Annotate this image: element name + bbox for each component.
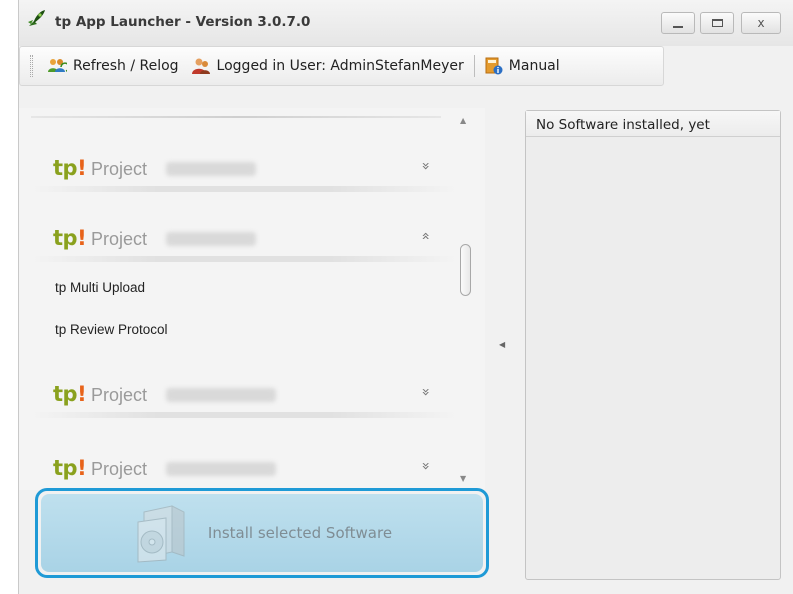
project-group-2[interactable]: tp! Project « bbox=[31, 208, 457, 262]
installed-software-header: No Software installed, yet bbox=[526, 111, 780, 137]
project-name-redacted bbox=[166, 232, 256, 246]
minimize-button[interactable] bbox=[661, 12, 695, 34]
project-label: Project bbox=[91, 159, 148, 179]
project-label: Project bbox=[91, 385, 148, 405]
project-group-3[interactable]: tp! Project » bbox=[31, 364, 457, 418]
manual-label: Manual bbox=[508, 58, 560, 74]
user-icon bbox=[191, 58, 210, 74]
chevron-down-icon[interactable]: » bbox=[417, 162, 433, 171]
scrollbar-thumb[interactable] bbox=[460, 244, 471, 296]
tp-logo: tp! bbox=[53, 382, 87, 406]
group-divider bbox=[31, 412, 457, 418]
install-button-label: Install selected Software bbox=[207, 524, 393, 542]
tp-logo: tp! bbox=[53, 456, 87, 480]
scroll-down-arrow[interactable]: ▼ bbox=[460, 474, 466, 483]
toolbar: Refresh / Relog Logged in User: AdminSte… bbox=[19, 46, 664, 86]
logged-in-user-label: Logged in User: AdminStefanMeyer bbox=[216, 58, 464, 74]
tp-logo: tp! bbox=[53, 226, 87, 250]
book-info-icon bbox=[485, 57, 503, 75]
project-name-redacted bbox=[166, 162, 256, 176]
users-refresh-icon bbox=[48, 59, 67, 72]
project-name-redacted bbox=[166, 462, 276, 476]
list-top-edge bbox=[31, 116, 441, 118]
install-button-focus-ring: Install selected Software bbox=[35, 488, 489, 578]
project-name-redacted bbox=[166, 388, 276, 402]
app-item-multi-upload[interactable]: tp Multi Upload bbox=[55, 280, 145, 295]
tp-logo: tp! bbox=[53, 156, 87, 180]
project-list-panel: tp! Project » tp! Project « tp Multi Upl… bbox=[19, 108, 485, 490]
group-divider bbox=[31, 256, 457, 262]
software-box-icon bbox=[137, 505, 185, 563]
minimize-icon bbox=[673, 25, 683, 28]
group-divider bbox=[31, 186, 457, 192]
title-bar[interactable]: tp App Launcher - Version 3.0.7.0 x bbox=[19, 0, 793, 46]
close-icon: x bbox=[757, 16, 765, 30]
maximize-button[interactable] bbox=[700, 12, 734, 34]
maximize-icon bbox=[711, 19, 723, 27]
project-group-1[interactable]: tp! Project » bbox=[31, 138, 457, 192]
logged-in-user[interactable]: Logged in User: AdminStefanMeyer bbox=[185, 52, 470, 80]
close-button[interactable]: x bbox=[741, 12, 781, 34]
collapse-arrow-icon[interactable]: ◀ bbox=[499, 340, 505, 349]
app-item-review-protocol[interactable]: tp Review Protocol bbox=[55, 322, 168, 337]
installed-software-panel: No Software installed, yet bbox=[525, 110, 781, 580]
toolbar-separator bbox=[473, 55, 475, 77]
chevron-down-icon[interactable]: » bbox=[417, 388, 433, 397]
refresh-relog-button[interactable]: Refresh / Relog bbox=[41, 52, 185, 80]
window-title: tp App Launcher - Version 3.0.7.0 bbox=[55, 14, 311, 30]
toolbar-grip[interactable] bbox=[30, 55, 33, 77]
project-group-4[interactable]: tp! Project » bbox=[31, 438, 457, 490]
project-label: Project bbox=[91, 459, 148, 479]
chevron-up-icon[interactable]: « bbox=[417, 232, 433, 241]
project-label: Project bbox=[91, 229, 148, 249]
chevron-down-icon[interactable]: » bbox=[417, 462, 433, 471]
rocket-icon bbox=[28, 10, 45, 26]
manual-button[interactable]: Manual bbox=[479, 52, 566, 80]
refresh-relog-label: Refresh / Relog bbox=[73, 58, 179, 74]
scroll-up-arrow[interactable]: ▲ bbox=[460, 116, 466, 125]
app-window: tp App Launcher - Version 3.0.7.0 x Refr… bbox=[18, 0, 793, 594]
install-selected-software-button[interactable]: Install selected Software bbox=[41, 494, 483, 572]
